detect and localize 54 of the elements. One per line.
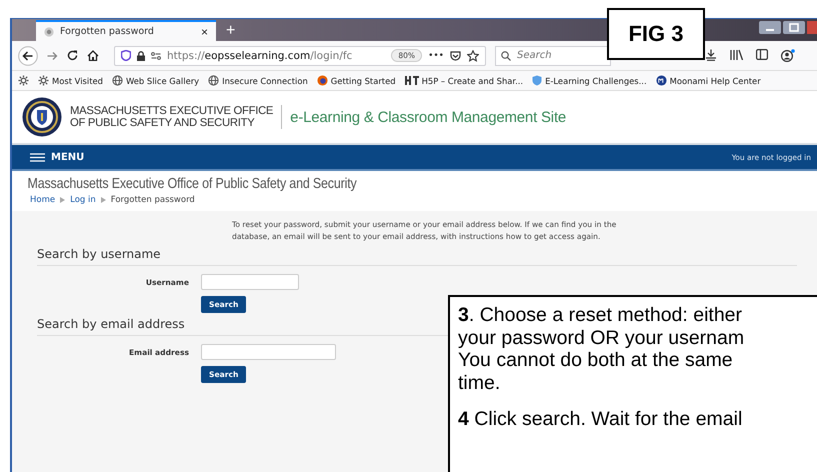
pocket-icon[interactable] [450, 50, 461, 60]
page-title: Massachusetts Executive Office of Public Safety and Security [26, 175, 358, 192]
search-field[interactable]: Search [495, 46, 611, 66]
breadcrumb-link[interactable]: Log in [70, 195, 96, 205]
h5p-logo-icon [404, 76, 419, 85]
organization-name: MASSACHUSETTS EXECUTIVE OFFICE [70, 105, 274, 117]
section-heading: Search by username [37, 247, 797, 266]
maximize-icon[interactable] [783, 21, 805, 34]
email-input-field[interactable] [201, 344, 336, 360]
bookmark-link[interactable]: Getting Started [330, 76, 396, 86]
menu-icon[interactable] [30, 152, 45, 162]
forward-icon[interactable] [47, 50, 58, 60]
bookmark-link[interactable]: Insecure Connection [222, 76, 308, 86]
url-text: https://eopsselearning.com/login/fc [167, 50, 354, 62]
username-input-field[interactable] [201, 274, 299, 290]
firefox-logo-icon [316, 75, 328, 86]
shield-icon[interactable] [121, 50, 131, 61]
breadcrumb-link[interactable]: Home [30, 195, 56, 205]
account-icon[interactable] [781, 49, 795, 62]
bookmark-link[interactable]: Most Visited [52, 76, 103, 86]
home-icon[interactable] [87, 50, 99, 61]
close-tab-button[interactable]: × [200, 24, 208, 38]
browser-tab[interactable]: Forgotten password × [36, 20, 216, 41]
new-tab-button[interactable]: + [222, 21, 240, 41]
reload-icon[interactable] [67, 50, 78, 61]
more-actions-button[interactable]: ••• [428, 50, 444, 60]
sidebar-icon[interactable] [756, 49, 768, 60]
figure-label: FIG 3 [607, 8, 705, 60]
bookmark-link[interactable]: H5P – Create and Shar... [422, 76, 524, 86]
menu-button[interactable]: MENU [51, 152, 84, 162]
breadcrumb-separator-icon [60, 197, 66, 203]
bookmark-link[interactable]: Web Slice Gallery [126, 76, 200, 86]
downloads-icon[interactable] [705, 49, 717, 61]
gear-icon [38, 75, 49, 86]
minimize-icon[interactable] [759, 21, 781, 34]
globe-icon [112, 75, 123, 86]
callout-text: 4 Click search. Wait for the email [458, 408, 742, 430]
shield-icon [532, 75, 542, 86]
gear-icon[interactable] [18, 75, 29, 86]
bookmark-link[interactable]: Moonami Help Center [670, 76, 761, 86]
globe-icon [208, 75, 220, 86]
library-icon[interactable] [730, 49, 743, 60]
bookmark-link[interactable]: E-Learning Challenges... [545, 76, 647, 86]
breadcrumb-separator-icon [100, 197, 106, 203]
site-favicon-icon [44, 26, 54, 36]
organization-name: OF PUBLIC SAFETY AND SECURITY [70, 117, 256, 129]
breadcrumb-current: Forgotten password [110, 195, 195, 205]
star-icon[interactable] [467, 50, 479, 62]
state-seal-logo [22, 97, 62, 137]
lock-icon[interactable] [137, 50, 145, 60]
back-icon[interactable] [18, 46, 38, 66]
permissions-icon[interactable] [151, 52, 161, 60]
moonami-logo-icon [656, 75, 667, 86]
site-name: e-Learning & Classroom Management Site [290, 108, 566, 126]
